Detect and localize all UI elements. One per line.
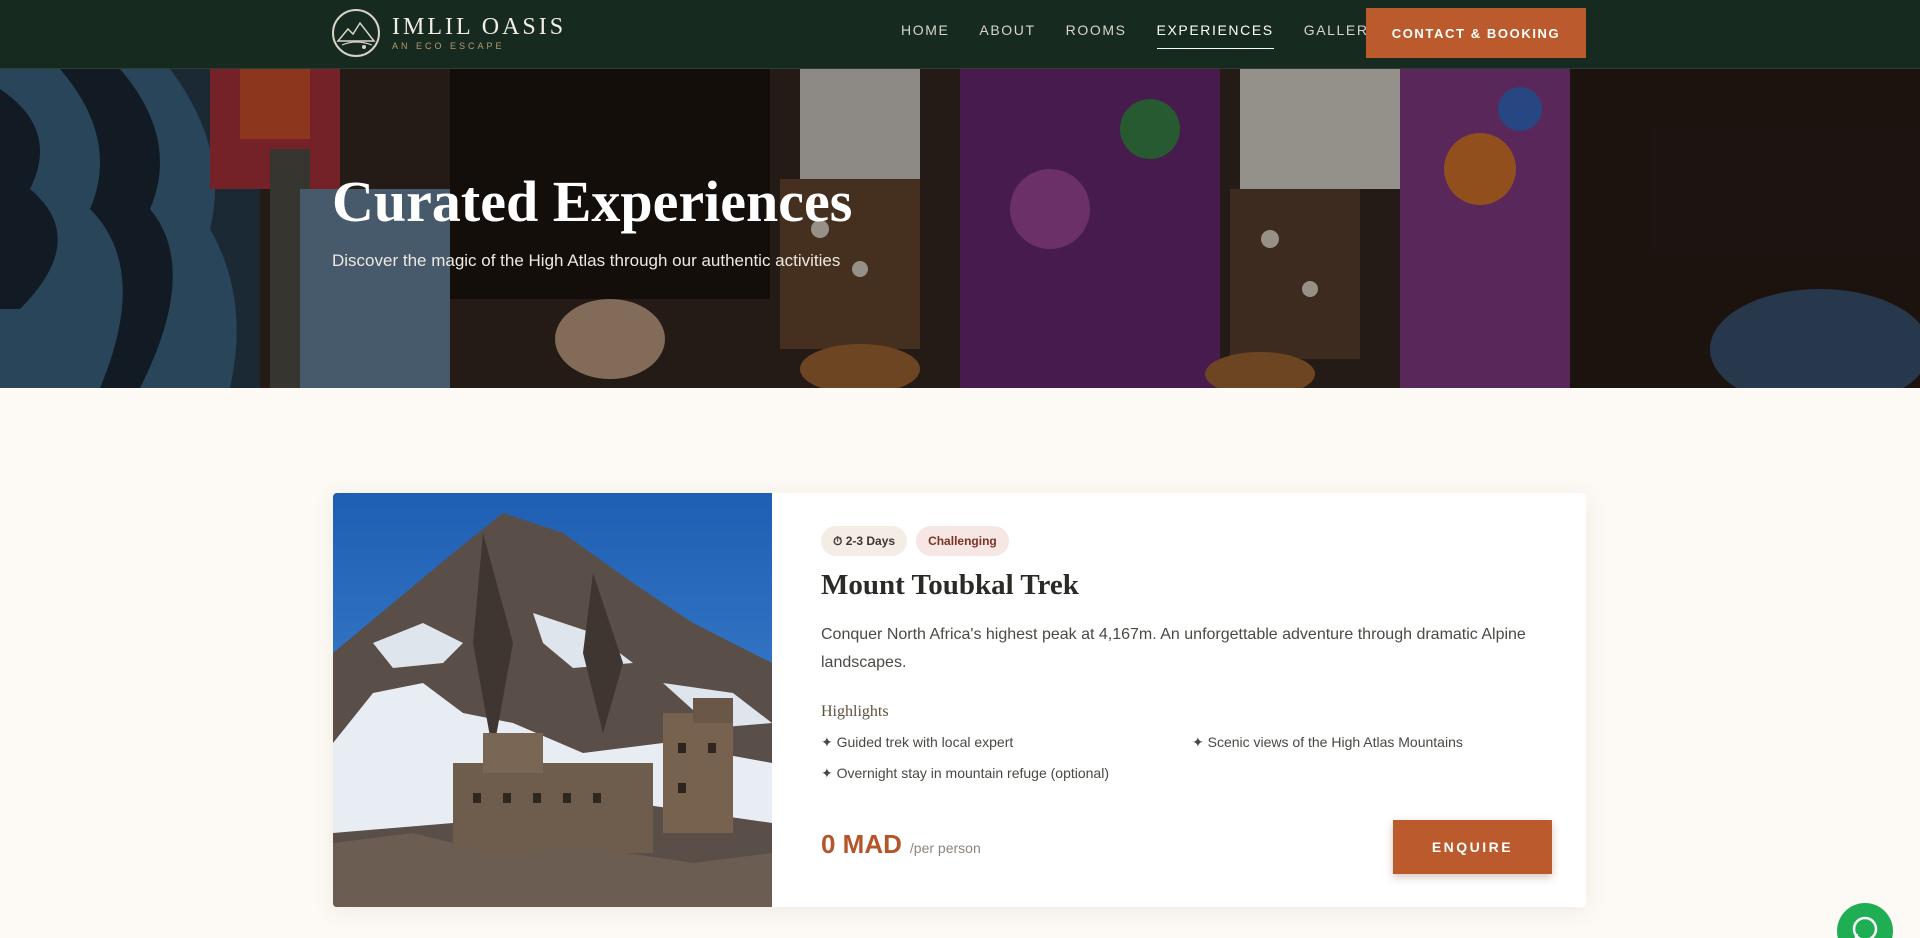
- experience-image: [333, 493, 772, 907]
- hero-overlay: [0, 69, 1920, 388]
- experience-card: ⏱ 2-3 Days Challenging Mount Toubkal Tre…: [333, 493, 1586, 907]
- mountain-logo-icon: [332, 9, 380, 57]
- price-block: 0 MAD /per person: [821, 829, 981, 860]
- experience-title: Mount Toubkal Trek: [821, 569, 1079, 601]
- experience-details: ⏱ 2-3 Days Challenging Mount Toubkal Tre…: [772, 493, 1586, 907]
- experience-description: Conquer North Africa's highest peak at 4…: [821, 626, 1526, 671]
- page-subtitle: Discover the magic of the High Atlas thr…: [332, 251, 841, 270]
- whatsapp-icon[interactable]: [1837, 903, 1893, 938]
- nav-about[interactable]: ABOUT: [979, 20, 1035, 50]
- page-title: Curated Experiences: [332, 169, 853, 234]
- nav-home[interactable]: HOME: [901, 20, 949, 50]
- contact-booking-button[interactable]: CONTACT & BOOKING: [1366, 8, 1586, 58]
- difficulty-badge: Challenging: [916, 526, 1009, 556]
- price-unit: /per person: [909, 840, 981, 856]
- duration-badge: ⏱ 2-3 Days: [821, 526, 908, 556]
- hero-banner: Curated Experiences Discover the magic o…: [0, 69, 1920, 388]
- highlights-heading: Highlights: [821, 703, 889, 720]
- badge-row: ⏱ 2-3 Days Challenging: [821, 526, 1009, 556]
- brand-logo[interactable]: IMLIL OASIS AN ECO ESCAPE: [332, 9, 566, 57]
- site-header: IMLIL OASIS AN ECO ESCAPE HOME ABOUT ROO…: [0, 0, 1920, 69]
- highlight-item: ✦ Overnight stay in mountain refuge (opt…: [821, 765, 1109, 781]
- brand-tagline: AN ECO ESCAPE: [392, 41, 505, 51]
- nav-rooms[interactable]: ROOMS: [1066, 20, 1127, 50]
- highlight-item: ✦ Guided trek with local expert: [821, 734, 1014, 750]
- price-value: 0 MAD: [821, 829, 902, 859]
- nav-experiences[interactable]: EXPERIENCES: [1156, 20, 1274, 49]
- main-nav: HOME ABOUT ROOMS EXPERIENCES GALLERY: [901, 20, 1409, 50]
- enquire-button[interactable]: ENQUIRE: [1393, 820, 1552, 874]
- brand-name: IMLIL OASIS: [392, 14, 567, 40]
- highlight-item: ✦ Scenic views of the High Atlas Mountai…: [1192, 734, 1463, 750]
